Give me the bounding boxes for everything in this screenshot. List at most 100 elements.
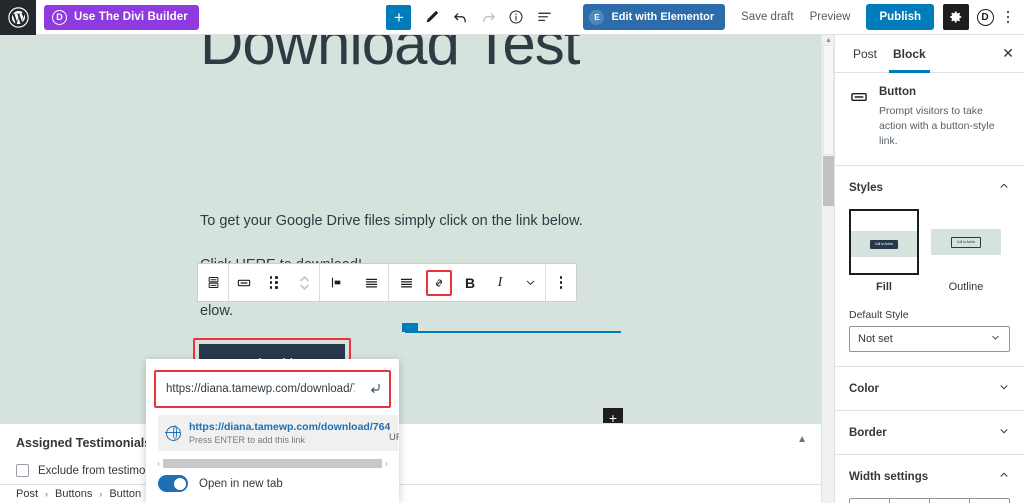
scrollbar-track[interactable] xyxy=(163,459,382,468)
intro-paragraph[interactable]: To get your Google Drive files simply cl… xyxy=(200,211,583,231)
block-options-kebab-icon[interactable] xyxy=(546,264,576,301)
text-align-icon[interactable] xyxy=(389,264,423,301)
preview-button[interactable]: Preview xyxy=(810,11,851,23)
block-info-text: Button Prompt visitors to take action wi… xyxy=(879,86,1010,149)
width-option-100[interactable]: 100% xyxy=(970,498,1010,503)
style-preview-label-outline: Call to Action xyxy=(950,236,982,248)
default-style-select[interactable]: Not set xyxy=(849,326,1010,352)
tab-block[interactable]: Block xyxy=(885,35,934,73)
toolbar-segment-align xyxy=(320,264,389,301)
default-style-value: Not set xyxy=(858,333,893,345)
toolbar-segment-parent xyxy=(198,264,229,301)
chevron-down-icon[interactable] xyxy=(998,425,1010,440)
link-submit-button[interactable] xyxy=(361,372,389,406)
block-toolbar: B I xyxy=(197,263,577,302)
divi-circle-icon: D xyxy=(976,8,994,26)
exclude-from-testimonials-checkbox[interactable] xyxy=(16,464,29,477)
info-icon[interactable] xyxy=(503,4,529,30)
style-label-fill: Fill xyxy=(876,281,892,293)
color-section-header[interactable]: Color xyxy=(849,381,1010,410)
style-preview-band: Call to Action xyxy=(931,229,1001,255)
bold-button[interactable]: B xyxy=(455,264,485,301)
chevron-down-icon[interactable] xyxy=(998,381,1010,396)
link-url-field-highlight xyxy=(154,370,391,408)
open-in-new-tab-toggle[interactable] xyxy=(158,475,188,492)
sidebar-tabs: Post Block ✕ xyxy=(835,35,1024,73)
breadcrumb-item-button[interactable]: Button xyxy=(109,488,141,500)
suggestion-url: https://diana.tamewp.com/download/764/ xyxy=(189,421,390,433)
list-view-icon[interactable] xyxy=(531,4,557,30)
tab-post[interactable]: Post xyxy=(845,35,885,73)
post-title[interactable]: Download Test xyxy=(200,35,720,75)
drag-dots-icon[interactable] xyxy=(259,264,289,301)
scrollbar-thumb[interactable] xyxy=(823,156,834,206)
toolbar-segment-block xyxy=(229,264,320,301)
styles-section-header[interactable]: Styles xyxy=(849,180,1010,209)
italic-button[interactable]: I xyxy=(485,264,515,301)
panel-collapse-chevron-up-icon[interactable]: ▲ xyxy=(797,434,807,445)
styles-section-title: Styles xyxy=(849,181,883,194)
add-block-button[interactable]: + xyxy=(386,4,412,30)
link-suggestion-item[interactable]: https://diana.tamewp.com/download/764/ P… xyxy=(158,415,399,451)
align-left-icon[interactable] xyxy=(320,264,354,301)
border-section-header[interactable]: Border xyxy=(849,425,1010,454)
pencil-edit-icon[interactable] xyxy=(419,4,445,30)
globe-icon xyxy=(165,424,181,441)
style-option-fill[interactable]: Call to Action Fill xyxy=(849,209,919,293)
wordpress-logo-button[interactable] xyxy=(0,0,36,35)
styles-section: Styles Call to Action Fill Call to Actio… xyxy=(835,166,1024,367)
color-section: Color xyxy=(835,367,1024,411)
link-button[interactable] xyxy=(426,269,452,296)
link-popover-horizontal-scrollbar[interactable]: ‹ › xyxy=(154,458,391,469)
style-option-outline[interactable]: Call to Action Outline xyxy=(931,209,1001,293)
redo-icon xyxy=(475,4,501,30)
save-draft-button[interactable]: Save draft xyxy=(741,11,793,23)
editor-canvas[interactable]: Download Test To get your Google Drive f… xyxy=(0,35,821,423)
justify-icon[interactable] xyxy=(354,264,388,301)
width-option-25[interactable]: 25% xyxy=(849,498,890,503)
buttons-block-icon[interactable] xyxy=(198,264,228,301)
block-selection-tab xyxy=(402,323,418,332)
more-options-button[interactable] xyxy=(998,4,1018,30)
breadcrumb-item-post[interactable]: Post xyxy=(16,488,38,500)
border-section-title: Border xyxy=(849,426,887,439)
elementor-button-label: Edit with Elementor xyxy=(611,11,715,23)
scrollbar-thumb-upper[interactable] xyxy=(823,45,834,155)
style-options-row: Call to Action Fill Call to Action Outli… xyxy=(849,209,1010,297)
chevron-down-icon[interactable] xyxy=(515,264,545,301)
use-divi-builder-button[interactable]: D Use The Divi Builder xyxy=(44,4,199,30)
chevron-updown-icon[interactable] xyxy=(289,264,319,301)
width-option-75[interactable]: 75% xyxy=(930,498,970,503)
chevron-up-icon[interactable] xyxy=(998,180,1010,195)
block-description: Prompt visitors to take action with a bu… xyxy=(879,105,995,147)
width-settings-header[interactable]: Width settings xyxy=(849,469,1010,498)
link-icon xyxy=(436,279,442,286)
button-block-icon[interactable] xyxy=(229,264,259,301)
divi-toggle-button[interactable]: D xyxy=(972,4,998,30)
border-section: Border xyxy=(835,411,1024,455)
undo-icon[interactable] xyxy=(447,4,473,30)
breadcrumb-item-buttons[interactable]: Buttons xyxy=(55,488,92,500)
link-url-input[interactable] xyxy=(156,383,361,395)
scroll-left-arrow-icon[interactable]: ‹ xyxy=(154,459,163,468)
obscured-paragraph-tail[interactable]: elow. xyxy=(200,303,233,319)
block-appender-button[interactable]: + xyxy=(603,408,623,423)
divi-builder-label: Use The Divi Builder xyxy=(74,11,188,23)
suggestion-hint: Press ENTER to add this link xyxy=(189,435,306,445)
editor-top-bar: D Use The Divi Builder + E Edit with Ele… xyxy=(0,0,1024,35)
chevron-up-icon[interactable] xyxy=(998,469,1010,484)
topbar-tools-group: + xyxy=(386,4,557,30)
suggestion-text-wrap: https://diana.tamewp.com/download/764/ P… xyxy=(189,421,399,445)
edit-with-elementor-button[interactable]: E Edit with Elementor xyxy=(583,4,726,30)
close-sidebar-icon[interactable]: ✕ xyxy=(1002,46,1014,60)
settings-gear-button[interactable] xyxy=(943,4,969,30)
publish-button[interactable]: Publish xyxy=(866,4,934,30)
divi-logo-icon: D xyxy=(52,9,67,25)
style-preview-band: Call to Action xyxy=(851,231,917,257)
scroll-right-arrow-icon[interactable]: › xyxy=(382,459,391,468)
enter-arrow-icon xyxy=(371,383,380,393)
kebab-dot xyxy=(1006,15,1010,19)
toolbar-segment-richtext: B I xyxy=(389,264,546,301)
width-option-50[interactable]: 50% xyxy=(890,498,930,503)
canvas-scrollbar[interactable]: ▲ xyxy=(821,35,834,503)
